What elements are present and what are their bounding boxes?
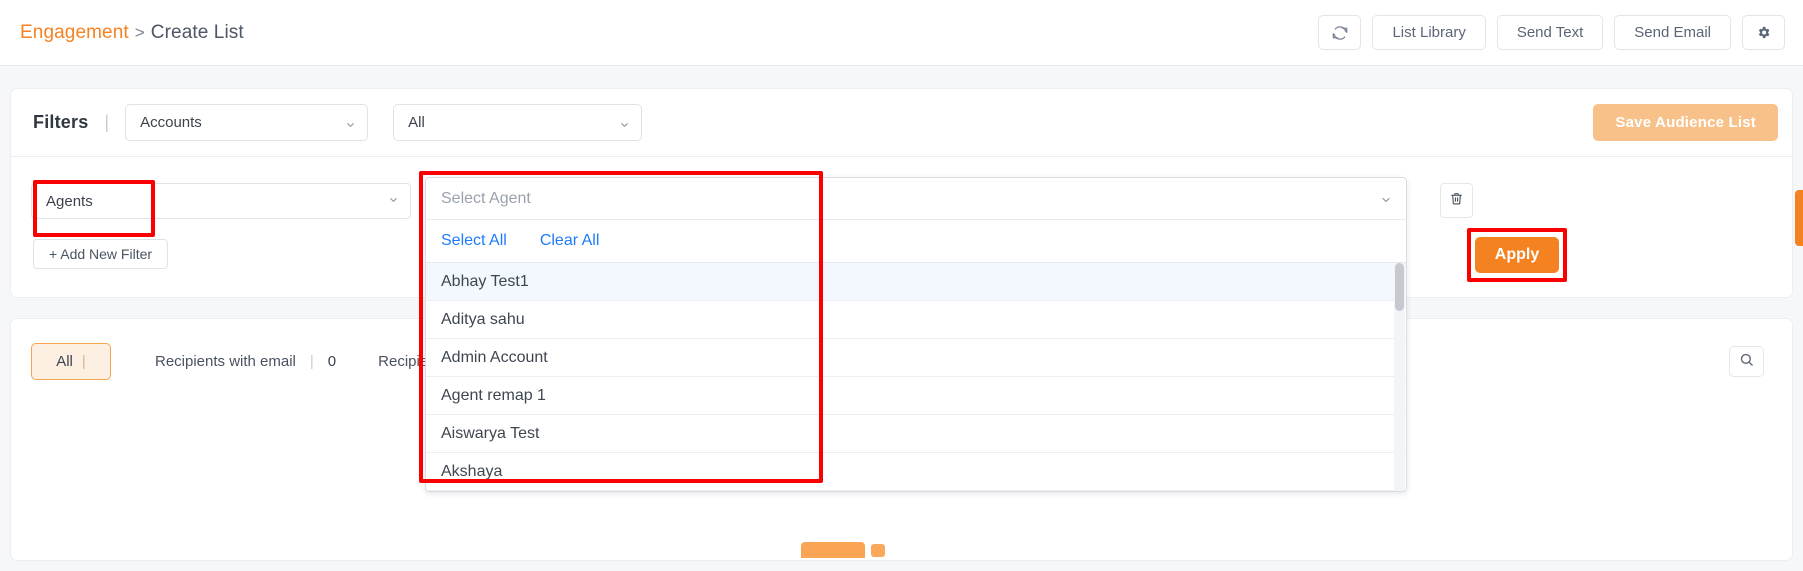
select-all-link[interactable]: Select All (441, 232, 507, 250)
send-email-button[interactable]: Send Email (1614, 15, 1731, 50)
recipients-with-email-label: Recipients with email (155, 352, 296, 370)
edge-orange-action[interactable] (1795, 190, 1803, 246)
scope-select[interactable]: All (393, 104, 643, 141)
breadcrumb-separator: > (134, 22, 145, 42)
agents-filter-value: Agents (46, 192, 93, 210)
stat-divider: | (309, 352, 314, 370)
settings-button[interactable] (1742, 15, 1785, 50)
chevron-down-icon (1380, 193, 1392, 205)
tab-all-divider: | (81, 352, 86, 370)
search-button[interactable] (1729, 346, 1764, 377)
list-library-button[interactable]: List Library (1372, 15, 1486, 50)
list-item[interactable]: Aiswarya Test (426, 415, 1406, 453)
send-text-button[interactable]: Send Text (1496, 15, 1604, 50)
filters-label: Filters (33, 112, 89, 132)
top-bar: Engagement > Create List List Library Se… (0, 0, 1803, 66)
filters-header-row: Filters | Accounts All Save Audience Lis… (11, 89, 1792, 156)
clear-all-link[interactable]: Clear All (540, 232, 600, 250)
filters-divider: | (104, 112, 110, 132)
page-root: Engagement > Create List List Library Se… (0, 0, 1803, 571)
agent-dropdown-actions: Select All Clear All (426, 220, 1406, 263)
tab-all[interactable]: All | (31, 342, 111, 380)
chevron-down-icon (619, 117, 630, 128)
accounts-select[interactable]: Accounts (125, 104, 369, 141)
bottom-orange-indicator (801, 542, 865, 558)
list-item[interactable]: Abhay Test1 (426, 263, 1406, 301)
list-item[interactable]: Akshaya (426, 453, 1406, 491)
list-item[interactable]: Aditya sahu (426, 301, 1406, 339)
chevron-down-icon (345, 117, 356, 128)
search-icon (1739, 352, 1754, 372)
dropdown-scrollbar-thumb[interactable] (1395, 263, 1404, 311)
gear-icon (1756, 25, 1771, 40)
apply-button[interactable]: Apply (1475, 237, 1559, 273)
breadcrumb: Engagement > Create List (20, 22, 244, 44)
tab-all-label: All (56, 352, 73, 370)
accounts-select-value: Accounts (140, 114, 202, 131)
agent-search-input[interactable]: Select Agent (426, 178, 1406, 220)
top-actions: List Library Send Text Send Email (1318, 15, 1785, 50)
agents-filter-select[interactable]: Agents (31, 183, 411, 219)
list-item[interactable]: Admin Account (426, 339, 1406, 377)
agent-option-list[interactable]: Abhay Test1 Aditya sahu Admin Account Ag… (426, 263, 1406, 491)
list-item[interactable]: Agent remap 1 (426, 377, 1406, 415)
add-new-filter-button[interactable]: + Add New Filter (33, 239, 168, 269)
breadcrumb-root[interactable]: Engagement (20, 22, 129, 44)
dropdown-scrollbar-track[interactable] (1394, 263, 1405, 491)
breadcrumb-current: Create List (150, 21, 244, 43)
chevron-down-icon (388, 193, 399, 210)
agent-search-placeholder: Select Agent (441, 189, 531, 207)
refresh-icon (1332, 25, 1348, 41)
trash-icon (1450, 192, 1463, 210)
recipients-with-email-stat: Recipients with email | 0 (155, 353, 336, 370)
delete-filter-button[interactable] (1440, 183, 1473, 218)
agent-dropdown-panel: Select Agent Select All Clear All Abhay … (425, 177, 1407, 492)
save-audience-list-button[interactable]: Save Audience List (1593, 104, 1778, 141)
refresh-button[interactable] (1318, 15, 1362, 50)
recipients-with-email-count: 0 (327, 352, 337, 370)
bottom-orange-marker (871, 544, 885, 557)
scope-select-value: All (408, 114, 425, 131)
